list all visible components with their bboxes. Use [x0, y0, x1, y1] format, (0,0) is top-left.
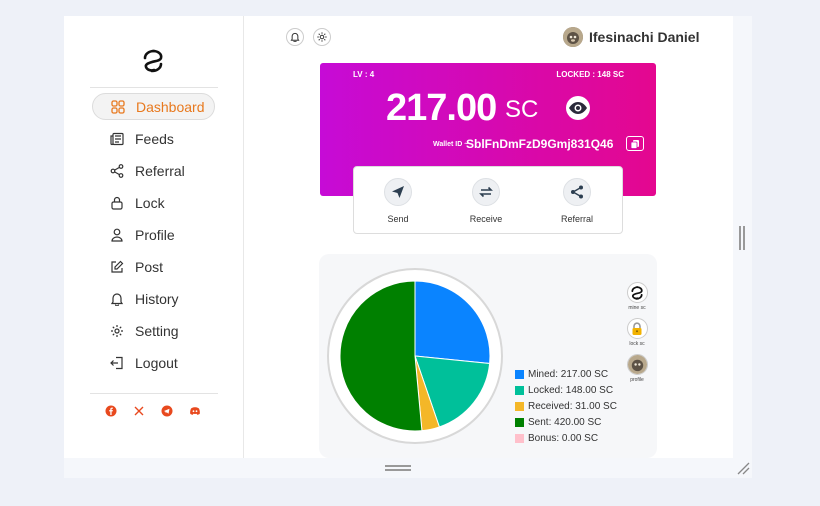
- logo-icon[interactable]: [141, 49, 165, 73]
- horizontal-resize-handle[interactable]: [385, 465, 411, 471]
- user-icon: [109, 227, 125, 243]
- user-menu[interactable]: Ifesinachi Daniel: [563, 27, 699, 47]
- bell-icon: [290, 33, 300, 42]
- balance-unit: SC: [505, 96, 539, 123]
- legend-swatch: [515, 417, 524, 427]
- legend-swatch: [515, 433, 524, 443]
- corner-resize-icon[interactable]: [736, 461, 750, 475]
- profile-button[interactable]: profile: [622, 354, 652, 383]
- avatar-icon: [626, 354, 648, 375]
- balance-amount: 217.00: [386, 87, 497, 129]
- lock-icon: [109, 195, 125, 211]
- chart-legend: Mined: 217.00 SC Locked: 148.00 SC Recei…: [515, 366, 617, 446]
- logo-icon: [626, 282, 648, 303]
- legend-swatch: [515, 401, 524, 411]
- sidebar-item-label: Dashboard: [136, 98, 205, 115]
- sidebar-item-feeds[interactable]: Feeds: [92, 125, 215, 152]
- legend-item: Bonus: 0.00 SC: [515, 430, 617, 446]
- discord-icon[interactable]: [189, 405, 201, 417]
- balance-chart-panel: Mined: 217.00 SC Locked: 148.00 SC Recei…: [319, 254, 657, 458]
- avatar: [563, 27, 583, 47]
- mine-sc-button[interactable]: mine sc: [622, 282, 652, 311]
- legend-item: Locked: 148.00 SC: [515, 382, 617, 398]
- swap-icon: [472, 178, 500, 206]
- action-label: Referral: [560, 214, 593, 224]
- legend-item: Sent: 420.00 SC: [515, 414, 617, 430]
- notification-bell-button[interactable]: [286, 28, 304, 46]
- action-label: Send: [387, 214, 409, 224]
- sidebar-item-setting[interactable]: Setting: [92, 317, 215, 344]
- sun-icon: [317, 32, 327, 42]
- side-icon-label: mine sc: [628, 305, 646, 311]
- quick-actions: Send Receive Referral: [353, 166, 623, 234]
- toggle-balance-visibility-button[interactable]: [566, 96, 590, 120]
- legend-label: Bonus: 0.00 SC: [528, 432, 599, 444]
- share-icon: [109, 163, 125, 179]
- sidebar-divider-bottom: [90, 393, 218, 394]
- send-icon: [384, 178, 412, 206]
- pie-chart: [327, 268, 503, 444]
- sidebar-item-label: Logout: [135, 354, 178, 371]
- legend-label: Locked: 148.00 SC: [528, 384, 614, 396]
- sidebar-item-post[interactable]: Post: [92, 253, 215, 280]
- app-window: Dashboard Feeds Referral Lock Profile Po…: [64, 16, 733, 458]
- bell-icon: [109, 291, 125, 307]
- action-label: Receive: [469, 214, 503, 224]
- sidebar-item-label: Setting: [135, 322, 179, 339]
- sidebar-item-dashboard[interactable]: Dashboard: [92, 93, 215, 120]
- user-name: Ifesinachi Daniel: [589, 29, 700, 45]
- sidebar-item-label: History: [135, 290, 179, 307]
- send-button[interactable]: Send: [368, 178, 428, 224]
- sidebar-item-label: Lock: [135, 194, 165, 211]
- legend-item: Mined: 217.00 SC: [515, 366, 617, 382]
- copy-wallet-id-button[interactable]: [626, 136, 644, 151]
- sidebar-item-label: Post: [135, 258, 164, 275]
- logout-icon: [109, 355, 125, 371]
- lock-sc-button[interactable]: lock sc: [622, 318, 652, 347]
- legend-label: Mined: 217.00 SC: [528, 368, 609, 380]
- share-icon: [563, 178, 591, 206]
- sidebar-item-lock[interactable]: Lock: [92, 189, 215, 216]
- sidebar-item-label: Profile: [135, 226, 175, 243]
- edit-icon: [109, 259, 125, 275]
- telegram-icon[interactable]: [161, 405, 173, 417]
- sidebar: Dashboard Feeds Referral Lock Profile Po…: [64, 16, 244, 458]
- pie-slice-mined[interactable]: [414, 280, 491, 365]
- sidebar-item-label: Referral: [135, 162, 185, 179]
- receive-button[interactable]: Receive: [456, 178, 516, 224]
- level-label: LV : 4: [353, 70, 375, 79]
- sidebar-item-history[interactable]: History: [92, 285, 215, 312]
- theme-toggle-button[interactable]: [313, 28, 331, 46]
- side-icon-label: lock sc: [629, 341, 645, 347]
- wallet-id: SblFnDmFzD9Gmj831Q46: [466, 137, 614, 151]
- eye-icon: [569, 102, 587, 114]
- referral-button[interactable]: Referral: [547, 178, 607, 224]
- legend-item: Received: 31.00 SC: [515, 398, 617, 414]
- x-icon[interactable]: [133, 405, 145, 417]
- legend-swatch: [515, 385, 524, 395]
- legend-label: Received: 31.00 SC: [528, 400, 617, 412]
- gear-icon: [109, 323, 125, 339]
- sidebar-item-referral[interactable]: Referral: [92, 157, 215, 184]
- grid-icon: [110, 99, 126, 115]
- newspaper-icon: [109, 131, 125, 147]
- legend-label: Sent: 420.00 SC: [528, 416, 602, 428]
- vertical-resize-handle[interactable]: [739, 226, 745, 250]
- sidebar-divider-top: [90, 87, 218, 88]
- wallet-id-label: Wallet ID ~: [433, 141, 469, 148]
- locked-balance: LOCKED : 148 SC: [556, 70, 624, 79]
- copy-icon: [630, 139, 639, 149]
- sidebar-item-logout[interactable]: Logout: [92, 349, 215, 376]
- sidebar-item-profile[interactable]: Profile: [92, 221, 215, 248]
- side-icon-label: profile: [630, 377, 644, 383]
- padlock-icon: [626, 318, 648, 339]
- legend-swatch: [515, 369, 524, 379]
- facebook-icon[interactable]: [105, 405, 117, 417]
- sidebar-item-label: Feeds: [135, 130, 174, 147]
